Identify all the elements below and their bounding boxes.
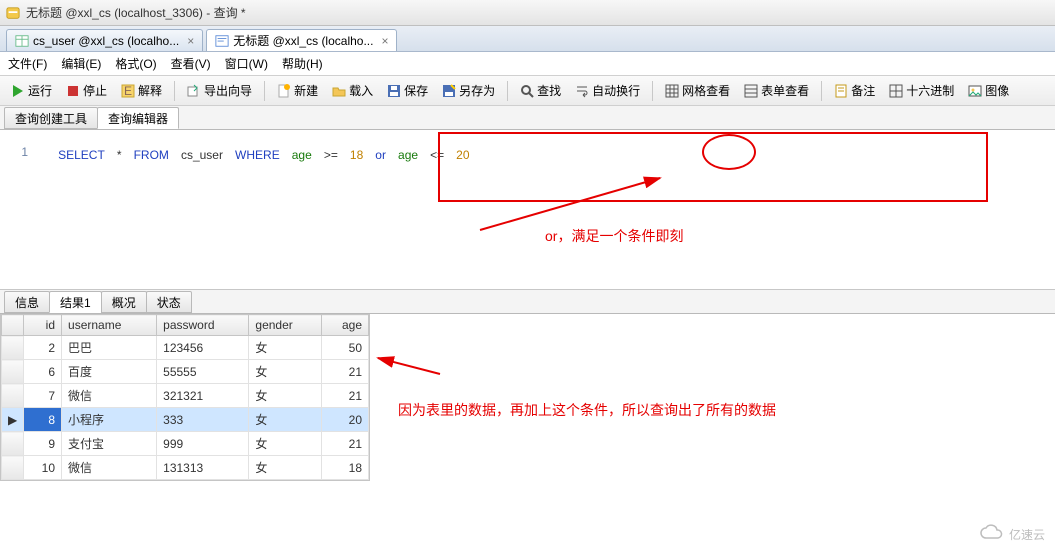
hex-icon [889, 84, 903, 98]
save-as-button[interactable]: 另存为 [437, 79, 500, 102]
annotation-text-1: or，满足一个条件即刻 [545, 226, 683, 246]
menu-window[interactable]: 窗口(W) [225, 55, 268, 72]
close-icon[interactable]: × [187, 34, 194, 48]
result-tabs: 信息 结果1 概况 状态 [0, 290, 1055, 314]
table-row[interactable]: 9支付宝999女21 [2, 432, 369, 456]
menu-edit[interactable]: 编辑(E) [61, 55, 101, 72]
svg-text:E: E [124, 84, 132, 98]
table-row[interactable]: 2巴巴123456女50 [2, 336, 369, 360]
tab-status[interactable]: 状态 [146, 291, 192, 313]
sql-editor[interactable]: 1 SELECT * FROM cs_user WHERE age >= 18 … [0, 130, 1055, 290]
app-icon [6, 6, 20, 20]
separator [264, 81, 265, 101]
memo-button[interactable]: 备注 [829, 79, 880, 102]
stop-icon [66, 84, 80, 98]
table-row[interactable]: 6百度55555女21 [2, 360, 369, 384]
editor-tabs: 查询创建工具 查询编辑器 [0, 106, 1055, 130]
save-as-icon [442, 84, 456, 98]
col-gender[interactable]: gender [249, 315, 321, 336]
window-title: 无标题 @xxl_cs (localhost_3306) - 查询 * [26, 4, 246, 21]
new-button[interactable]: 新建 [272, 79, 323, 102]
table-icon [15, 34, 29, 48]
tab-query-editor[interactable]: 查询编辑器 [97, 107, 179, 129]
image-icon [968, 84, 982, 98]
tab-profile[interactable]: 概况 [101, 291, 147, 313]
export-icon [187, 84, 201, 98]
annotation-text-2: 因为表里的数据，再加上这个条件，所以查询出了所有的数据 [398, 400, 776, 420]
menu-view[interactable]: 查看(V) [171, 55, 211, 72]
play-icon [11, 84, 25, 98]
doc-tab-label: cs_user @xxl_cs (localho... [33, 34, 179, 48]
separator [652, 81, 653, 101]
annotation-circle [702, 134, 756, 170]
memo-icon [834, 84, 848, 98]
menu-file[interactable]: 文件(F) [8, 55, 47, 72]
find-button[interactable]: 查找 [515, 79, 566, 102]
separator [821, 81, 822, 101]
doc-tab-untitled[interactable]: 无标题 @xxl_cs (localho... × [206, 29, 397, 51]
result-grid[interactable]: id username password gender age 2巴巴12345… [0, 314, 370, 481]
col-age[interactable]: age [321, 315, 368, 336]
form-icon [744, 84, 758, 98]
new-icon [277, 84, 291, 98]
menu-help[interactable]: 帮助(H) [282, 55, 323, 72]
separator [174, 81, 175, 101]
wrap-icon [575, 84, 589, 98]
tab-query-builder[interactable]: 查询创建工具 [4, 107, 98, 129]
document-tabs: cs_user @xxl_cs (localho... × 无标题 @xxl_c… [0, 26, 1055, 52]
wrap-button[interactable]: 自动换行 [570, 79, 645, 102]
doc-tab-csuser[interactable]: cs_user @xxl_cs (localho... × [6, 29, 203, 51]
hex-button[interactable]: 十六进制 [884, 79, 959, 102]
result-area: id username password gender age 2巴巴12345… [0, 314, 1055, 481]
save-button[interactable]: 保存 [382, 79, 433, 102]
title-bar: 无标题 @xxl_cs (localhost_3306) - 查询 * [0, 0, 1055, 26]
image-button[interactable]: 图像 [963, 79, 1014, 102]
run-button[interactable]: 运行 [6, 79, 57, 102]
table-header-row: id username password gender age [2, 315, 369, 336]
form-view-button[interactable]: 表单查看 [739, 79, 814, 102]
table-row[interactable]: 10微信131313女18 [2, 456, 369, 480]
separator [507, 81, 508, 101]
watermark: 亿速云 [979, 524, 1045, 545]
export-wizard-button[interactable]: 导出向导 [182, 79, 257, 102]
tab-result[interactable]: 结果1 [49, 291, 102, 313]
table-row-selected[interactable]: ▶8小程序333女20 [2, 408, 369, 432]
col-username[interactable]: username [62, 315, 157, 336]
sql-line: SELECT * FROM cs_user WHERE age >= 18 or… [22, 140, 470, 164]
open-button[interactable]: 载入 [327, 79, 378, 102]
menu-bar: 文件(F) 编辑(E) 格式(O) 查看(V) 窗口(W) 帮助(H) [0, 52, 1055, 76]
grid-view-button[interactable]: 网格查看 [660, 79, 735, 102]
cloud-icon [979, 524, 1005, 545]
table-row[interactable]: 7微信321321女21 [2, 384, 369, 408]
toolbar: 运行 停止 E解释 导出向导 新建 载入 保存 另存为 查找 自动换行 网格查看… [0, 76, 1055, 106]
menu-format[interactable]: 格式(O) [115, 55, 156, 72]
folder-open-icon [332, 84, 346, 98]
search-icon [520, 84, 534, 98]
stop-button[interactable]: 停止 [61, 79, 112, 102]
annotation-arrow-2 [370, 346, 450, 386]
doc-tab-label: 无标题 @xxl_cs (localho... [233, 32, 373, 49]
close-icon[interactable]: × [381, 34, 388, 48]
save-icon [387, 84, 401, 98]
row-marker-header [2, 315, 24, 336]
col-id[interactable]: id [24, 315, 62, 336]
query-icon [215, 34, 229, 48]
explain-icon: E [121, 84, 135, 98]
col-password[interactable]: password [157, 315, 249, 336]
grid-icon [665, 84, 679, 98]
tab-info[interactable]: 信息 [4, 291, 50, 313]
explain-button[interactable]: E解释 [116, 79, 167, 102]
